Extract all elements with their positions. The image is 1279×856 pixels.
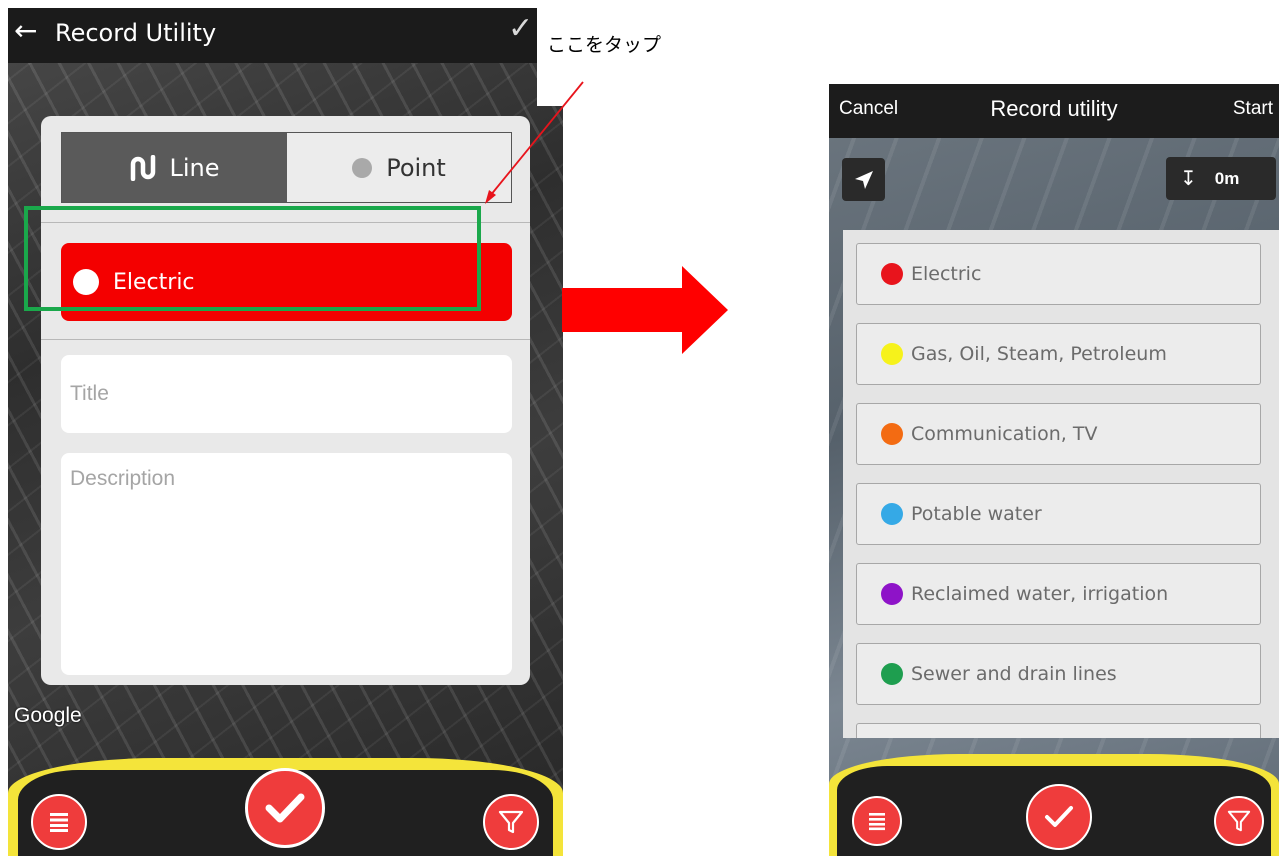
- start-button[interactable]: Start: [1233, 98, 1273, 120]
- utility-color-dot-icon: [881, 263, 903, 285]
- utility-color-dot-icon: [881, 583, 903, 605]
- utility-type-option-label: Electric: [911, 263, 982, 285]
- callout-arrow: [485, 81, 584, 204]
- utility-type-option-label: Reclaimed water, irrigation: [911, 583, 1169, 605]
- utility-type-option-label: Gas, Oil, Steam, Petroleum: [911, 343, 1167, 365]
- divider: [41, 339, 530, 340]
- list-icon: [50, 813, 68, 832]
- description-input[interactable]: [61, 453, 512, 675]
- confirm-button[interactable]: [1026, 784, 1092, 850]
- utility-type-option[interactable]: Potable water: [856, 483, 1261, 545]
- filter-button[interactable]: [1214, 796, 1264, 846]
- utility-type-option[interactable]: Sewer and drain lines: [856, 643, 1261, 705]
- utility-color-dot-icon: [881, 423, 903, 445]
- utility-type-option-label: Sewer and drain lines: [911, 663, 1117, 685]
- utility-type-option[interactable]: Electric: [856, 243, 1261, 305]
- location-button[interactable]: [842, 158, 885, 201]
- depth-icon: ↧: [1180, 168, 1197, 190]
- utility-type-option-partial[interactable]: [856, 723, 1261, 738]
- utility-type-option-label: Communication, TV: [911, 423, 1098, 445]
- highlight-box: [24, 206, 481, 311]
- top-bar-title: Record utility: [990, 96, 1118, 121]
- list-button[interactable]: [31, 794, 87, 850]
- utility-type-option-label: Potable water: [911, 503, 1042, 525]
- filter-icon: [1227, 810, 1251, 832]
- utility-type-option[interactable]: Gas, Oil, Steam, Petroleum: [856, 323, 1261, 385]
- depth-value: 0m: [1214, 168, 1240, 188]
- confirm-button[interactable]: [245, 768, 325, 848]
- navigation-arrow-icon: [854, 170, 873, 189]
- utility-type-option[interactable]: Reclaimed water, irrigation: [856, 563, 1261, 625]
- list-icon: [869, 813, 885, 831]
- checkmark-icon: [265, 793, 305, 823]
- checkmark-icon: [1045, 806, 1073, 827]
- filter-icon: [498, 810, 524, 834]
- transition-arrow-icon: [562, 266, 728, 354]
- top-bar: Cancel Record utility Start: [829, 84, 1279, 138]
- utility-color-dot-icon: [881, 343, 903, 365]
- list-button[interactable]: [852, 796, 902, 846]
- utility-color-dot-icon: [881, 663, 903, 685]
- utility-color-dot-icon: [881, 503, 903, 525]
- utility-type-list: Electric Gas, Oil, Steam, Petroleum Comm…: [843, 230, 1279, 738]
- depth-indicator[interactable]: ↧ 0m: [1166, 157, 1276, 200]
- title-input[interactable]: [61, 355, 512, 433]
- right-phone-screen: Cancel Record utility Start ↧ 0m Electri…: [829, 84, 1279, 856]
- filter-button[interactable]: [483, 794, 539, 850]
- google-attribution: Google: [14, 704, 82, 727]
- utility-type-option[interactable]: Communication, TV: [856, 403, 1261, 465]
